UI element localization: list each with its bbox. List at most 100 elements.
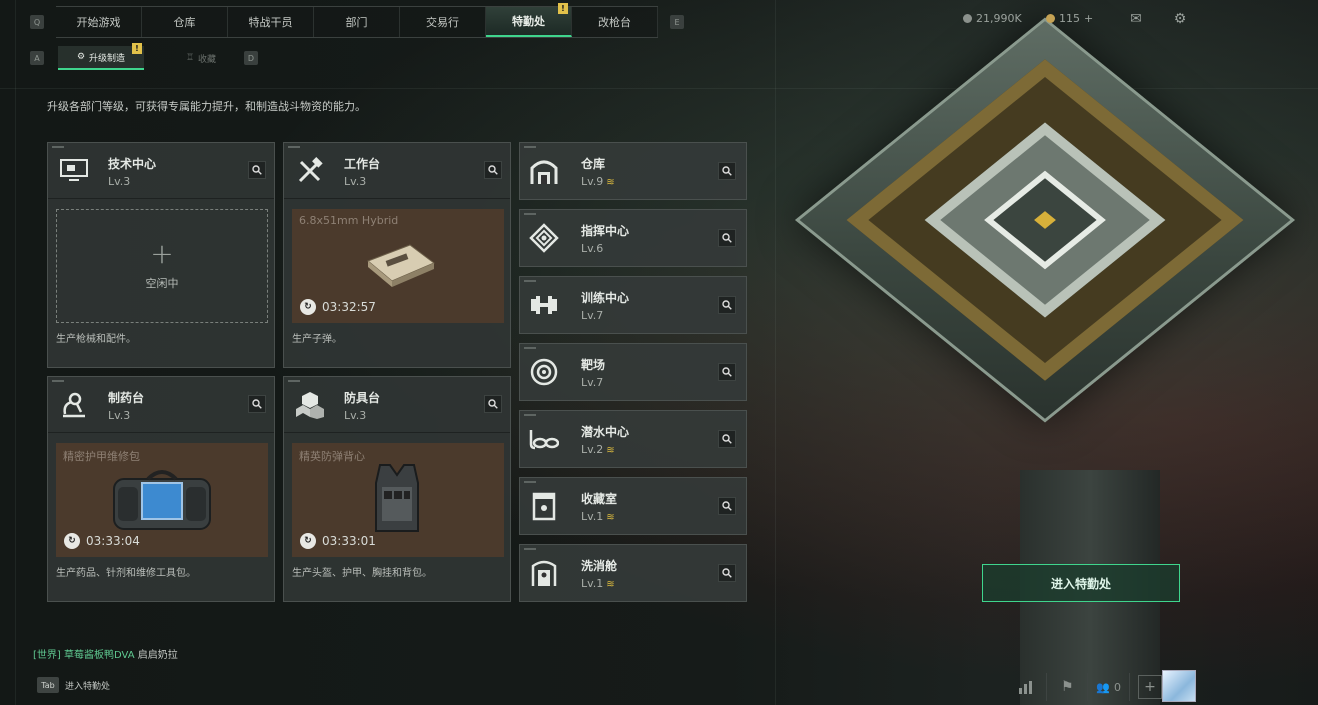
- tab-label: 收藏: [198, 54, 217, 65]
- card-corner-mark: [524, 146, 536, 148]
- facility-card-command-center[interactable]: 指挥中心 Lv.6: [519, 209, 747, 267]
- search-button[interactable]: [484, 161, 502, 179]
- premium-currency-icon: [1046, 14, 1055, 23]
- timer-value: 03:33:04: [86, 534, 140, 548]
- search-icon: [722, 568, 732, 578]
- tab-label: 交易行: [426, 16, 459, 29]
- ammo-box-icon: [362, 241, 438, 287]
- tab-start-game[interactable]: 开始游戏: [56, 7, 142, 37]
- craft-slot-active[interactable]: 6.8x51mm Hybrid ↻ 03:32:57: [292, 209, 504, 323]
- workstation-card-pharmacy[interactable]: 制药台 Lv.3 精密护甲维修包 ↻ 03:33:04 生产药品、针剂和维修工具…: [47, 376, 275, 602]
- tab-upgrade-craft[interactable]: ⚙ 升级制造 !: [58, 43, 144, 70]
- craft-slot-empty[interactable]: + 空闲中: [56, 209, 268, 323]
- search-button[interactable]: [718, 363, 736, 381]
- special-ops-cube-model[interactable]: [794, 5, 1296, 435]
- search-button[interactable]: [718, 296, 736, 314]
- card-title: 技术中心: [108, 157, 157, 171]
- search-icon: [252, 165, 262, 175]
- coin-balance[interactable]: 21,990K: [963, 12, 1022, 25]
- tab-gunsmith[interactable]: 改枪台: [572, 7, 658, 37]
- tab-operators[interactable]: 特战干员: [228, 7, 314, 37]
- card-corner-mark: [524, 414, 536, 416]
- search-button[interactable]: [718, 497, 736, 515]
- craft-slot-active[interactable]: 精英防弹背心 ↻ 03:33:01: [292, 443, 504, 557]
- upgrade-available-icon: ≋: [606, 512, 615, 523]
- card-header: 制药台 Lv.3: [48, 377, 274, 433]
- card-title: 靶场: [581, 358, 606, 372]
- friends-icon: 👥: [1096, 680, 1110, 694]
- mail-icon[interactable]: ✉: [1127, 11, 1145, 27]
- search-button[interactable]: [718, 564, 736, 582]
- nav-tabs: 开始游戏 仓库 特战干员 部门 交易行 特勤处! 改枪台: [56, 3, 658, 38]
- level-text: Lv.7: [581, 376, 604, 389]
- upgrade-available-icon: ≋: [606, 177, 615, 188]
- subnav-next-key[interactable]: D: [244, 51, 258, 65]
- friends-button[interactable]: 👥 0: [1096, 681, 1121, 694]
- chat-channel: [世界]: [33, 650, 61, 661]
- tab-label: 开始游戏: [76, 16, 121, 29]
- tab-key: Tab: [37, 677, 59, 693]
- add-premium-button[interactable]: +: [1084, 12, 1093, 25]
- search-button[interactable]: [718, 229, 736, 247]
- card-corner-mark: [524, 213, 536, 215]
- idle-label: 空闲中: [145, 277, 179, 290]
- stats-icon[interactable]: [1014, 675, 1038, 699]
- card-title: 收藏室: [581, 492, 618, 506]
- collection-icon: ♖: [185, 53, 195, 63]
- card-corner-mark: [52, 146, 64, 148]
- diving-goggles-icon: [528, 423, 560, 455]
- tab-collection[interactable]: ♖ 收藏: [158, 46, 244, 70]
- avatar[interactable]: [1162, 670, 1196, 702]
- tab-trade[interactable]: 交易行: [400, 7, 486, 37]
- tab-hint-label: 进入特勤处: [65, 681, 111, 692]
- divider: [1046, 673, 1048, 701]
- card-description: 生产枪械和配件。: [56, 334, 136, 345]
- workstation-card-workbench[interactable]: 工作台 Lv.3 6.8x51mm Hybrid ↻ 03:32:57 生产子弹…: [283, 142, 511, 368]
- card-title: 潜水中心: [581, 425, 630, 439]
- search-button[interactable]: [718, 162, 736, 180]
- subnav-prev-key[interactable]: A: [30, 51, 44, 65]
- craft-slot-active[interactable]: 精密护甲维修包 ↻ 03:33:04: [56, 443, 268, 557]
- facility-card-diving-center[interactable]: 潜水中心 Lv.2 ≋: [519, 410, 747, 468]
- facility-card-training-center[interactable]: 训练中心 Lv.7: [519, 276, 747, 334]
- facility-card-decon-chamber[interactable]: 洗消舱 Lv.1 ≋: [519, 544, 747, 602]
- add-teammate-button[interactable]: +: [1138, 675, 1162, 699]
- tab-label: 仓库: [173, 16, 196, 29]
- chat-sender: 草莓酱板鸭DVA: [64, 650, 135, 661]
- facility-card-warehouse[interactable]: 仓库 Lv.9 ≋: [519, 142, 747, 200]
- facility-card-shooting-range[interactable]: 靶场 Lv.7: [519, 343, 747, 401]
- card-description: 生产药品、针剂和维修工具包。: [56, 568, 196, 579]
- chat-text: 启启奶拉: [137, 650, 178, 661]
- level-text: Lv.2: [581, 443, 604, 456]
- search-button[interactable]: [248, 161, 266, 179]
- card-corner-mark: [524, 280, 536, 282]
- search-button[interactable]: [484, 395, 502, 413]
- decon-icon: [528, 557, 560, 589]
- premium-balance[interactable]: 115 +: [1046, 12, 1093, 25]
- level-text: Lv.6: [581, 242, 604, 255]
- tab-shortcut-hint[interactable]: Tab 进入特勤处: [37, 677, 110, 693]
- workstation-card-tech-center[interactable]: 技术中心 Lv.3 + 空闲中 生产枪械和配件。: [47, 142, 275, 368]
- level-text: Lv.1: [581, 510, 604, 523]
- timer-value: 03:32:57: [322, 300, 376, 314]
- card-title: 制药台: [108, 391, 145, 405]
- tab-label: 部门: [345, 16, 368, 29]
- workstation-card-armor[interactable]: 防具台 Lv.3 精英防弹背心 ↻ 03:33:01 生产头盔、护甲、胸挂和背包…: [283, 376, 511, 602]
- monitor-icon: [58, 155, 90, 187]
- card-description: 生产子弹。: [292, 334, 342, 345]
- enter-special-ops-button[interactable]: 进入特勤处: [982, 564, 1180, 602]
- card-title: 工作台: [344, 157, 381, 171]
- search-icon: [488, 165, 498, 175]
- search-button[interactable]: [248, 395, 266, 413]
- item-name: 精英防弹背心: [299, 450, 365, 463]
- facility-card-collection-room[interactable]: 收藏室 Lv.1 ≋: [519, 477, 747, 535]
- nav-next-key[interactable]: E: [670, 15, 684, 29]
- tab-special-ops[interactable]: 特勤处!: [486, 3, 572, 37]
- tab-warehouse[interactable]: 仓库: [142, 7, 228, 37]
- flag-icon[interactable]: ⚑: [1055, 675, 1079, 699]
- chat-message[interactable]: [世界] 草莓酱板鸭DVA 启启奶拉: [33, 646, 178, 661]
- gear-icon[interactable]: ⚙: [1171, 11, 1189, 27]
- nav-prev-key[interactable]: Q: [30, 15, 44, 29]
- search-button[interactable]: [718, 430, 736, 448]
- tab-department[interactable]: 部门: [314, 7, 400, 37]
